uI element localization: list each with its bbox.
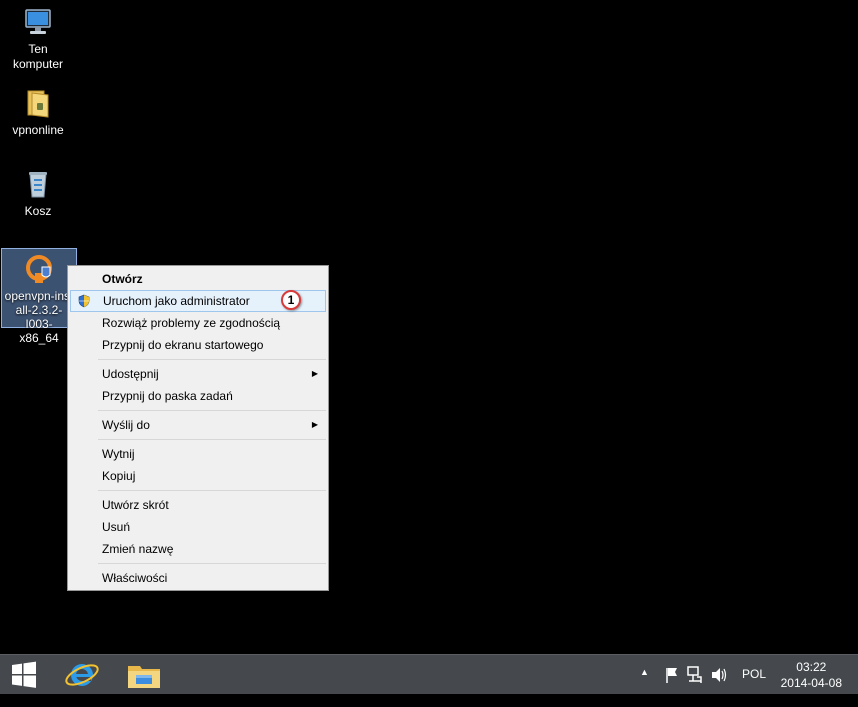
menu-item-label: Uruchom jako administrator bbox=[103, 294, 250, 308]
tray-network[interactable] bbox=[686, 655, 704, 695]
recycle-bin-icon bbox=[22, 168, 54, 200]
tray-show-hidden-icons[interactable]: ▲ bbox=[640, 667, 654, 707]
menu-item-label: Właściwości bbox=[102, 571, 168, 585]
clock[interactable]: 03:22 2014-04-08 bbox=[781, 659, 842, 691]
menu-item-label: Przypnij do paska zadań bbox=[102, 389, 233, 403]
flag-icon bbox=[666, 668, 677, 683]
file-explorer-icon bbox=[128, 666, 160, 688]
menu-item-label: Utwórz skrót bbox=[102, 498, 169, 512]
desktop-icon-label: all-2.3.2-I003- bbox=[15, 303, 63, 331]
menu-item-delete[interactable]: Usuń bbox=[70, 516, 326, 538]
network-icon bbox=[687, 666, 702, 683]
taskbar: ▲ POL 03:22 2014-04-08 bbox=[0, 654, 858, 694]
clock-time: 03:22 bbox=[796, 660, 827, 674]
step-badge: 1 bbox=[281, 290, 301, 310]
menu-item-pin-to-taskbar[interactable]: Przypnij do paska zadań bbox=[70, 385, 326, 407]
computer-icon bbox=[22, 6, 54, 38]
desktop-icon-openvpn-installer[interactable]: openvpn-inst all-2.3.2-I003- x86_64 bbox=[1, 248, 77, 345]
desktop-icon-label: x86_64 bbox=[19, 331, 59, 345]
menu-item-create-shortcut[interactable]: Utwórz skrót bbox=[70, 494, 326, 516]
menu-separator bbox=[98, 359, 326, 360]
menu-item-label: Usuń bbox=[102, 520, 131, 534]
menu-item-label: Wytnij bbox=[102, 447, 135, 461]
submenu-arrow-icon: ▶ bbox=[311, 420, 318, 429]
desktop-icon-label: Kosz bbox=[24, 204, 52, 218]
uac-shield-icon bbox=[77, 294, 91, 308]
folder-icon bbox=[22, 87, 54, 119]
menu-item-run-as-admin[interactable]: Uruchom jako administrator 1 bbox=[70, 290, 326, 312]
internet-explorer-icon bbox=[65, 664, 99, 686]
desktop: Ten komputer vpnonline Kosz openvpn-inst… bbox=[0, 0, 858, 654]
menu-item-copy[interactable]: Kopiuj bbox=[70, 465, 326, 487]
chevron-up-icon: ▲ bbox=[640, 667, 649, 677]
menu-separator bbox=[98, 439, 326, 440]
menu-item-pin-to-start[interactable]: Przypnij do ekranu startowego bbox=[70, 334, 326, 356]
desktop-icon-label: Ten bbox=[28, 42, 48, 56]
menu-item-label: Rozwiąż problemy ze zgodnością bbox=[102, 316, 281, 330]
menu-item-properties[interactable]: Właściwości bbox=[70, 567, 326, 589]
tray-action-center[interactable] bbox=[664, 655, 680, 695]
menu-separator bbox=[98, 490, 326, 491]
menu-separator bbox=[98, 563, 326, 564]
tray-volume[interactable] bbox=[710, 655, 728, 695]
taskbar-internet-explorer[interactable] bbox=[56, 655, 108, 695]
menu-item-send-to[interactable]: Wyślij do ▶ bbox=[70, 414, 326, 436]
start-button[interactable] bbox=[0, 655, 48, 695]
menu-item-label: Kopiuj bbox=[102, 469, 136, 483]
menu-item-label: Otwórz bbox=[102, 272, 143, 286]
desktop-icon-recycle-bin[interactable]: Kosz bbox=[0, 168, 76, 219]
menu-separator bbox=[98, 410, 326, 411]
desktop-icon-label: vpnonline bbox=[12, 123, 64, 137]
clock-date: 2014-04-08 bbox=[780, 676, 842, 690]
speaker-icon bbox=[712, 668, 727, 682]
desktop-icon-label: openvpn-inst bbox=[4, 289, 74, 303]
desktop-icon-this-pc[interactable]: Ten komputer bbox=[0, 6, 76, 72]
menu-item-share[interactable]: Udostępnij ▶ bbox=[70, 363, 326, 385]
menu-item-label: Udostępnij bbox=[102, 367, 159, 381]
windows-logo-icon bbox=[12, 661, 36, 688]
openvpn-icon bbox=[23, 253, 55, 285]
menu-item-label: Przypnij do ekranu startowego bbox=[102, 338, 264, 352]
context-menu: Otwórz Uruchom jako administrator 1 Rozw… bbox=[67, 265, 329, 591]
menu-item-label: Wyślij do bbox=[102, 418, 150, 432]
menu-item-cut[interactable]: Wytnij bbox=[70, 443, 326, 465]
desktop-icon-label: komputer bbox=[12, 57, 64, 71]
submenu-arrow-icon: ▶ bbox=[311, 369, 318, 378]
menu-item-label: Zmień nazwę bbox=[102, 542, 174, 556]
menu-item-rename[interactable]: Zmień nazwę bbox=[70, 538, 326, 560]
menu-item-open[interactable]: Otwórz bbox=[70, 268, 326, 290]
menu-item-troubleshoot-compat[interactable]: Rozwiąż problemy ze zgodnością bbox=[70, 312, 326, 334]
taskbar-file-explorer[interactable] bbox=[118, 655, 170, 695]
desktop-icon-vpnonline[interactable]: vpnonline bbox=[0, 87, 76, 138]
language-indicator[interactable]: POL bbox=[742, 667, 766, 681]
